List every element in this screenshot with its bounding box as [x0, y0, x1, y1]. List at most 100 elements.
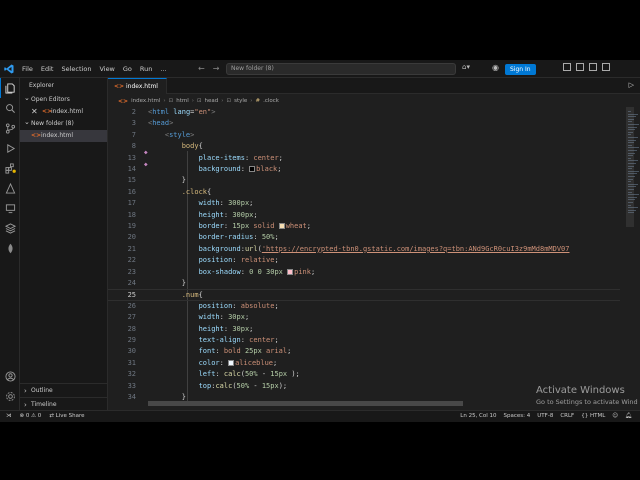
line-number: 23	[127, 267, 136, 276]
tab-index-html[interactable]: <> index.html	[108, 78, 167, 94]
code-line[interactable]: 19 border: 15px solid wheat;	[108, 221, 620, 232]
end-of-line[interactable]: CRLF	[560, 413, 574, 419]
code-line[interactable]: 2 <html lang="en">	[108, 107, 620, 118]
layout-controls	[563, 63, 610, 71]
azure-icon[interactable]	[0, 178, 20, 198]
menu-more[interactable]: ...	[156, 65, 170, 73]
code-line[interactable]: 27 width: 30px;	[108, 312, 620, 323]
code-line[interactable]: 15 }	[108, 175, 620, 186]
code-line[interactable]: 32 left: calc(50% - 15px );	[108, 369, 620, 380]
code-line[interactable]: 17 width: 300px;	[108, 198, 620, 209]
code-line[interactable]: 23 box-shadow: 0 0 30px pink;	[108, 267, 620, 278]
code-line[interactable]: 30 font: bold 25px arial;	[108, 346, 620, 357]
settings-gear-icon[interactable]	[0, 386, 20, 406]
code-line[interactable]: 28 height: 30px;	[108, 324, 620, 335]
folder-section[interactable]: New folder (8)	[20, 116, 107, 130]
account-icon[interactable]: ◉	[492, 63, 499, 72]
code-line[interactable]: 14 background: black;	[108, 164, 620, 175]
explorer-icon[interactable]	[0, 78, 20, 98]
live-share-label: Live Share	[55, 413, 85, 419]
breadcrumb-item[interactable]: style	[234, 98, 247, 104]
accounts-icon[interactable]	[0, 366, 20, 386]
source-control-icon[interactable]	[0, 118, 20, 138]
remote-indicator-icon[interactable]: ⋊	[6, 413, 12, 419]
cursor-position[interactable]: Ln 25, Col 10	[460, 413, 496, 419]
title-bar: File Edit Selection View Go Run ... ← → …	[0, 60, 640, 78]
breadcrumb-item[interactable]: index.html	[131, 98, 160, 104]
open-editors-section[interactable]: Open Editors	[20, 92, 107, 106]
outline-section[interactable]: Outline	[20, 383, 108, 398]
code-line[interactable]: 7 <style>	[108, 130, 620, 141]
timeline-section[interactable]: Timeline	[20, 397, 108, 412]
breadcrumb-item[interactable]: .clock	[263, 98, 279, 104]
menu-bar: File Edit Selection View Go Run ...	[18, 65, 171, 73]
error-icon: ⊗	[19, 413, 25, 419]
code-line[interactable]: 24 }	[108, 278, 620, 289]
braces-icon: {}	[581, 413, 589, 419]
line-text: }	[148, 176, 186, 185]
database-icon[interactable]	[0, 218, 20, 238]
code-line[interactable]: 18 height: 300px;	[108, 210, 620, 221]
chevron-right-icon: ›	[191, 98, 194, 104]
notifications-bell-icon[interactable]: 🔔︎	[625, 413, 632, 419]
run-icon[interactable]: ▷	[629, 81, 634, 89]
live-share-button[interactable]: ⇄ Live Share	[49, 413, 84, 419]
extensions-icon[interactable]	[0, 158, 20, 178]
html-file-icon: <>	[118, 97, 129, 105]
remote-explorer-icon[interactable]	[0, 198, 20, 218]
language-label: HTML	[589, 413, 606, 419]
sign-in-button[interactable]: Sign In	[505, 64, 536, 75]
menu-go[interactable]: Go	[119, 65, 136, 73]
feedback-icon[interactable]: ☺	[612, 413, 618, 419]
code-line[interactable]: 29 text-align: center;	[108, 335, 620, 346]
run-debug-icon[interactable]	[0, 138, 20, 158]
line-number: 21	[127, 244, 136, 253]
code-line[interactable]: 25 .num{	[108, 289, 620, 301]
toggle-panel-icon[interactable]	[576, 63, 584, 71]
explorer-title: Explorer	[29, 82, 54, 89]
copilot-icon[interactable]: ⌂▾	[462, 63, 470, 71]
file-tree-item[interactable]: <> index.html	[20, 130, 107, 142]
close-icon[interactable]: ✕	[31, 106, 38, 118]
line-text: box-shadow: 0 0 30px pink;	[198, 267, 316, 276]
line-text: .clock{	[181, 187, 212, 196]
code-line[interactable]: 16 .clock{	[108, 187, 620, 198]
search-icon[interactable]	[0, 98, 20, 118]
code-line[interactable]: 31 color: aliceblue;	[108, 358, 620, 369]
line-text: width: 30px;	[198, 313, 250, 322]
code-line[interactable]: 8 body{	[108, 141, 620, 152]
menu-file[interactable]: File	[18, 65, 37, 73]
line-number: 27	[127, 313, 136, 322]
vertical-scrollbar[interactable]	[626, 107, 634, 227]
customize-layout-icon[interactable]	[602, 63, 610, 71]
code-line[interactable]: 20 border-radius: 50%;	[108, 232, 620, 243]
line-text: top:calc(50% - 15px);	[198, 381, 288, 390]
line-number: 22	[127, 256, 136, 265]
toggle-sidebar-icon[interactable]	[563, 63, 571, 71]
code-line[interactable]: 3 <head>	[108, 118, 620, 129]
back-arrow-icon[interactable]: ←	[198, 64, 205, 73]
toggle-secondary-sidebar-icon[interactable]	[589, 63, 597, 71]
code-line[interactable]: 22 position: relative;	[108, 255, 620, 266]
menu-view[interactable]: View	[95, 65, 118, 73]
problems-indicator[interactable]: ⊗ 0 ⚠ 0	[20, 413, 42, 419]
language-mode[interactable]: {} HTML	[581, 413, 605, 419]
horizontal-scrollbar[interactable]	[148, 401, 463, 406]
code-line[interactable]: 21 background:url('https://encrypted-tbn…	[108, 244, 620, 255]
menu-run[interactable]: Run	[136, 65, 156, 73]
breadcrumb-item[interactable]: head	[205, 98, 219, 104]
menu-edit[interactable]: Edit	[37, 65, 58, 73]
encoding[interactable]: UTF-8	[537, 413, 553, 419]
code-line[interactable]: 13 place-items: center;	[108, 153, 620, 164]
warning-icon: ⚠	[31, 413, 37, 419]
forward-arrow-icon[interactable]: →	[213, 64, 220, 73]
line-number: 2	[131, 108, 136, 116]
menu-selection[interactable]: Selection	[57, 65, 95, 73]
code-line[interactable]: 26 position: absolute;	[108, 301, 620, 312]
indentation[interactable]: Spaces: 4	[504, 413, 531, 419]
command-center-search[interactable]: New folder (8)	[226, 63, 456, 75]
code-editor[interactable]: ◆ ◆ 2 <html lang="en"> 3 <head> 7 <style> 8 b…	[108, 107, 620, 401]
open-editor-item[interactable]: ✕ <> index.html	[20, 106, 107, 118]
breadcrumb-item[interactable]: html	[176, 98, 189, 104]
mongodb-leaf-icon[interactable]	[0, 238, 20, 258]
